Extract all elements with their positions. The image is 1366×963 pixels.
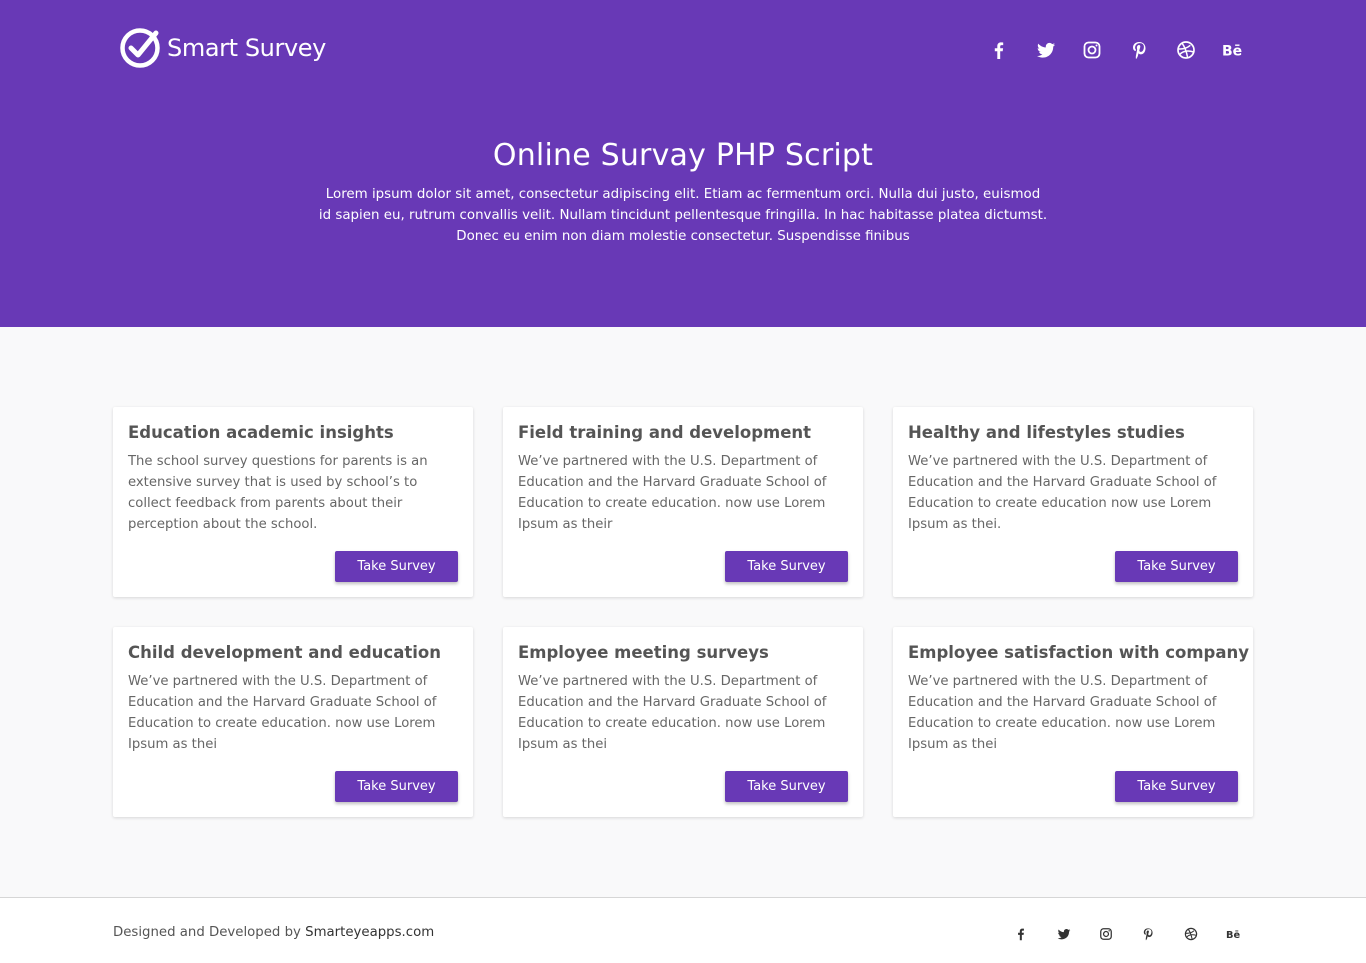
footer-social-links: Bē bbox=[1000, 922, 1254, 946]
pinterest-icon bbox=[1133, 42, 1146, 59]
survey-card-description: We’ve partnered with the U.S. Department… bbox=[518, 674, 827, 752]
survey-card-description: We’ve partnered with the U.S. Department… bbox=[128, 674, 437, 752]
take-survey-button[interactable]: Take Survey bbox=[335, 771, 458, 802]
survey-card: Education academic insights The school s… bbox=[113, 407, 473, 597]
facebook-icon bbox=[1018, 928, 1025, 941]
survey-card-title: Child development and education bbox=[128, 643, 441, 662]
take-survey-button[interactable]: Take Survey bbox=[1115, 771, 1238, 802]
footer-facebook-link[interactable] bbox=[1000, 922, 1042, 946]
header-pinterest-link[interactable] bbox=[1116, 36, 1163, 64]
footer-credit: Designed and Developed by Smarteyeapps.c… bbox=[113, 925, 434, 940]
survey-card: Child development and education We’ve pa… bbox=[113, 627, 473, 817]
survey-card: Healthy and lifestyles studies We’ve par… bbox=[893, 407, 1253, 597]
instagram-icon bbox=[1100, 928, 1112, 940]
header-twitter-link[interactable] bbox=[1023, 36, 1070, 64]
survey-card-description: We’ve partnered with the U.S. Department… bbox=[908, 674, 1217, 752]
pinterest-icon bbox=[1144, 928, 1153, 941]
footer-credit-link[interactable]: Smarteyeapps.com bbox=[305, 925, 434, 940]
footer-twitter-link[interactable] bbox=[1042, 922, 1084, 946]
survey-card-description: We’ve partnered with the U.S. Department… bbox=[908, 454, 1217, 532]
survey-card-description: The school survey questions for parents … bbox=[128, 454, 428, 532]
take-survey-button[interactable]: Take Survey bbox=[725, 771, 848, 802]
survey-card: Field training and development We’ve par… bbox=[503, 407, 863, 597]
take-survey-button[interactable]: Take Survey bbox=[1115, 551, 1238, 582]
facebook-icon bbox=[995, 42, 1004, 59]
svg-text:Bē: Bē bbox=[1226, 930, 1240, 941]
footer-instagram-link[interactable] bbox=[1085, 922, 1127, 946]
behance-icon: Bē bbox=[1222, 44, 1242, 60]
survey-card-title: Employee meeting surveys bbox=[518, 643, 769, 662]
footer: Designed and Developed by Smarteyeapps.c… bbox=[0, 897, 1366, 963]
twitter-icon bbox=[1036, 42, 1055, 58]
behance-icon: Bē bbox=[1226, 930, 1240, 941]
twitter-icon bbox=[1057, 929, 1070, 940]
take-survey-button[interactable]: Take Survey bbox=[335, 551, 458, 582]
survey-card-title: Field training and development bbox=[518, 423, 812, 442]
brand-name: Smart Survey bbox=[167, 34, 326, 62]
check-circle-logo-icon bbox=[120, 28, 160, 68]
survey-card-title: Healthy and lifestyles studies bbox=[908, 423, 1185, 442]
svg-text:Bē: Bē bbox=[1222, 44, 1242, 60]
footer-credit-text: Designed and Developed by bbox=[113, 925, 306, 940]
footer-dribbble-link[interactable] bbox=[1170, 922, 1212, 946]
dribbble-icon bbox=[1184, 927, 1197, 941]
survey-card-title: Education academic insights bbox=[128, 423, 394, 442]
instagram-icon bbox=[1084, 41, 1101, 59]
hero-section: Smart Survey Bē Online Survay PHP Script… bbox=[0, 0, 1366, 327]
survey-card: Employee meeting surveys We’ve partnered… bbox=[503, 627, 863, 817]
hero-description: Lorem ipsum dolor sit amet, consectetur … bbox=[318, 187, 1048, 244]
footer-behance-link[interactable]: Bē bbox=[1212, 922, 1254, 946]
header-social-links: Bē bbox=[976, 36, 1256, 64]
hero-title: Online Survay PHP Script bbox=[492, 138, 874, 173]
survey-card-description: We’ve partnered with the U.S. Department… bbox=[518, 454, 827, 532]
survey-card: Employee satisfaction with company We’ve… bbox=[893, 627, 1253, 817]
footer-pinterest-link[interactable] bbox=[1127, 922, 1169, 946]
survey-card-title: Employee satisfaction with company bbox=[908, 643, 1249, 662]
header-instagram-link[interactable] bbox=[1069, 36, 1116, 64]
header-facebook-link[interactable] bbox=[976, 36, 1023, 64]
take-survey-button[interactable]: Take Survey bbox=[725, 551, 848, 582]
header-behance-link[interactable]: Bē bbox=[1209, 36, 1256, 64]
header-dribbble-link[interactable] bbox=[1162, 36, 1209, 64]
brand-logo[interactable]: Smart Survey bbox=[119, 26, 326, 70]
dribbble-icon bbox=[1176, 41, 1195, 59]
